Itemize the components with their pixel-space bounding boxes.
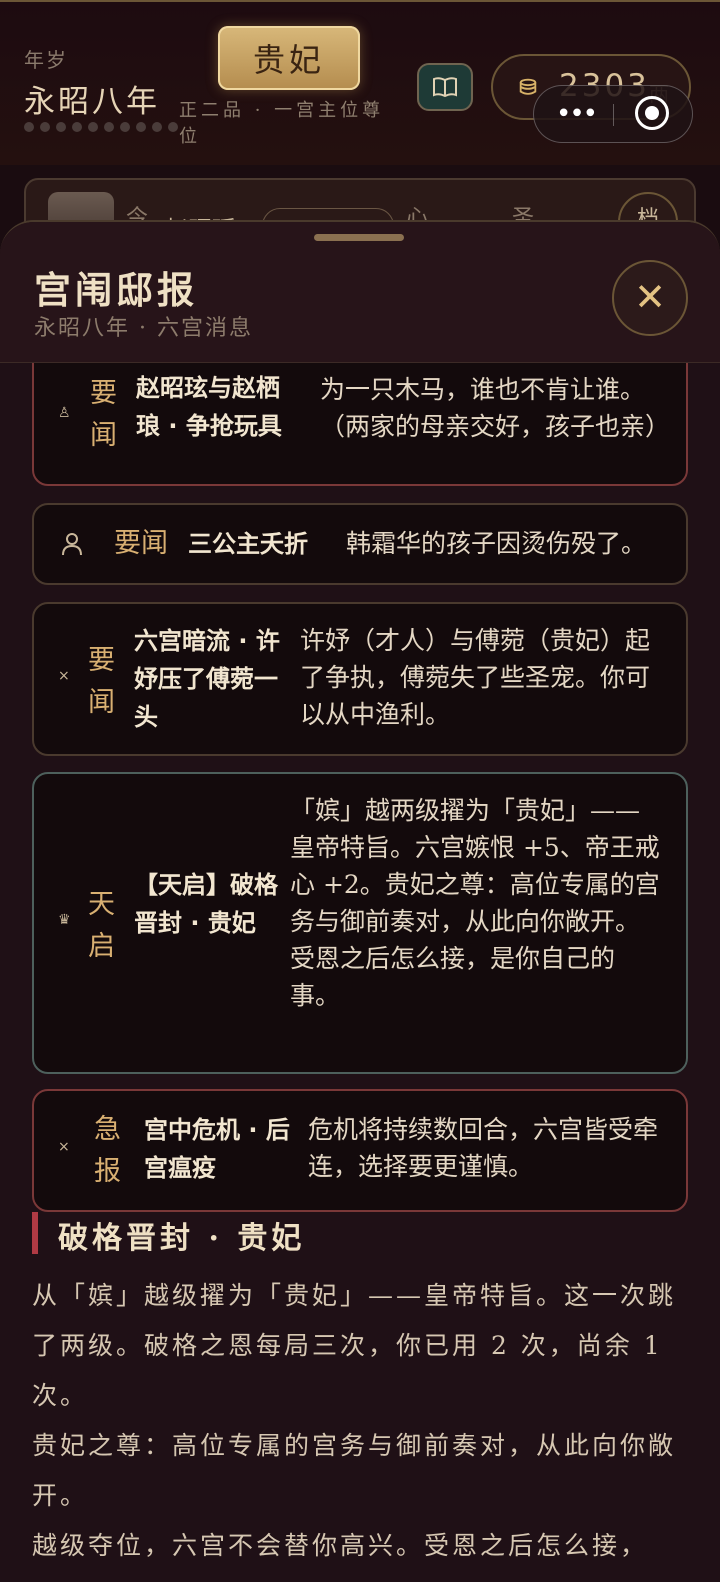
- dot: [136, 122, 146, 132]
- news-tag: 要闻: [88, 645, 115, 718]
- sheet-subtitle: 永昭八年 · 六宫消息: [34, 316, 253, 341]
- news-body: 许妤（才人）与傅菀（贵妃）起了争执，傅菀失了些圣宠。你可以从中渔利。: [300, 626, 651, 729]
- article-accent-bar: [32, 1212, 38, 1254]
- news-card[interactable]: ♛ 天启 【天启】破格晋封 · 贵妃 「嫔」越两级擢为「贵妃」——皇帝特旨。六宫…: [32, 772, 688, 1074]
- article-title: 破格晋封 · 贵妃: [58, 1221, 306, 1256]
- news-title: 三公主夭折: [188, 530, 308, 558]
- rank-description: 正二品 · 一宫主位尊位: [179, 100, 385, 147]
- cross-icon: ×: [58, 668, 70, 684]
- age-label: 年岁: [24, 48, 68, 72]
- dot: [104, 122, 114, 132]
- news-tag: 急报: [94, 1114, 121, 1187]
- book-icon: [433, 77, 457, 98]
- person-icon: ♙: [58, 405, 71, 421]
- dot: [152, 122, 162, 132]
- news-card[interactable]: 要闻 三公主夭折 韩霜华的孩子因烫伤殁了。: [32, 503, 688, 585]
- person-icon: [62, 533, 82, 556]
- news-body: 韩霜华的孩子因烫伤殁了。: [346, 529, 647, 558]
- dot: [24, 122, 34, 132]
- news-title: 赵昭玹与赵栖琅 · 争抢玩具: [136, 374, 282, 440]
- news-list[interactable]: ♙ 要闻 赵昭玹与赵栖琅 · 争抢玩具 为一只木马，谁也不肯让谁。（两家的母亲交…: [0, 363, 720, 1582]
- sheet-title: 宫闱邸报: [34, 268, 198, 312]
- era-title: 永昭八年: [24, 84, 160, 120]
- news-body: 为一只木马，谁也不肯让谁。（两家的母亲交好，孩子也亲）: [320, 375, 671, 441]
- news-card[interactable]: ♙ 要闻 赵昭玹与赵栖琅 · 争抢玩具 为一只木马，谁也不肯让谁。（两家的母亲交…: [32, 363, 688, 486]
- article-paragraph: 越级夺位，六宫不会替你高兴。受恩之后怎么接，: [32, 1531, 649, 1560]
- news-title: 【天启】破格晋封 · 贵妃: [134, 871, 278, 937]
- progress-dots: [24, 122, 178, 132]
- dot: [120, 122, 130, 132]
- dot: [168, 122, 178, 132]
- news-tag: 天启: [88, 889, 115, 962]
- status-bar: 年岁 永昭八年 贵妃 正二品 · 一宫主位尊位 2303 两 •••: [0, 0, 720, 165]
- dot: [56, 122, 66, 132]
- dot: [40, 122, 50, 132]
- close-icon: ✕: [634, 275, 666, 319]
- close-button[interactable]: ✕: [612, 260, 688, 336]
- news-body: 「嫔」越两级擢为「贵妃」——皇帝特旨。六宫嫉恨 +5、帝王戒心 +2。贵妃之尊：…: [290, 796, 660, 1010]
- news-tag: 要闻: [114, 528, 168, 559]
- news-body: 危机将持续数回合，六宫皆受牵连，选择要更谨慎。: [308, 1115, 659, 1181]
- article-paragraph: 贵妃之尊：高位专属的宫务与御前奏对，从此向你敞开。: [32, 1431, 677, 1510]
- book-button[interactable]: [417, 63, 473, 111]
- news-card[interactable]: × 要闻 六宫暗流 · 许妤压了傅菀一头 许妤（才人）与傅菀（贵妃）起了争执，傅…: [32, 602, 688, 756]
- miniprogram-capsule: •••: [533, 85, 693, 143]
- dot: [88, 122, 98, 132]
- news-card[interactable]: × 急报 宫中危机 · 后宫瘟疫 危机将持续数回合，六宫皆受牵连，选择要更谨慎。: [32, 1089, 688, 1212]
- drag-handle[interactable]: [314, 234, 404, 241]
- crown-icon: ♛: [58, 912, 71, 928]
- coin-icon: [519, 78, 537, 95]
- dot: [72, 122, 82, 132]
- news-title: 宫中危机 · 后宫瘟疫: [144, 1116, 290, 1182]
- capsule-divider: [613, 104, 614, 126]
- exit-target-icon[interactable]: [635, 96, 669, 130]
- sheet-header: 宫闱邸报 永昭八年 · 六宫消息 ✕: [0, 222, 720, 363]
- cross-icon: ×: [58, 1139, 70, 1155]
- more-menu-icon[interactable]: •••: [556, 101, 598, 127]
- news-title: 六宫暗流 · 许妤压了傅菀一头: [134, 627, 280, 731]
- rank-badge[interactable]: 贵妃: [218, 26, 360, 90]
- news-tag: 要闻: [90, 378, 117, 451]
- article-paragraph: 从「嫔」越级擢为「贵妃」——皇帝特旨。这一次跳了两级。破格之恩每局三次，你已用 …: [32, 1281, 677, 1410]
- news-sheet: 宫闱邸报 永昭八年 · 六宫消息 ✕ ♙ 要闻 赵昭玹与赵栖琅 · 争抢玩具 为…: [0, 220, 720, 1582]
